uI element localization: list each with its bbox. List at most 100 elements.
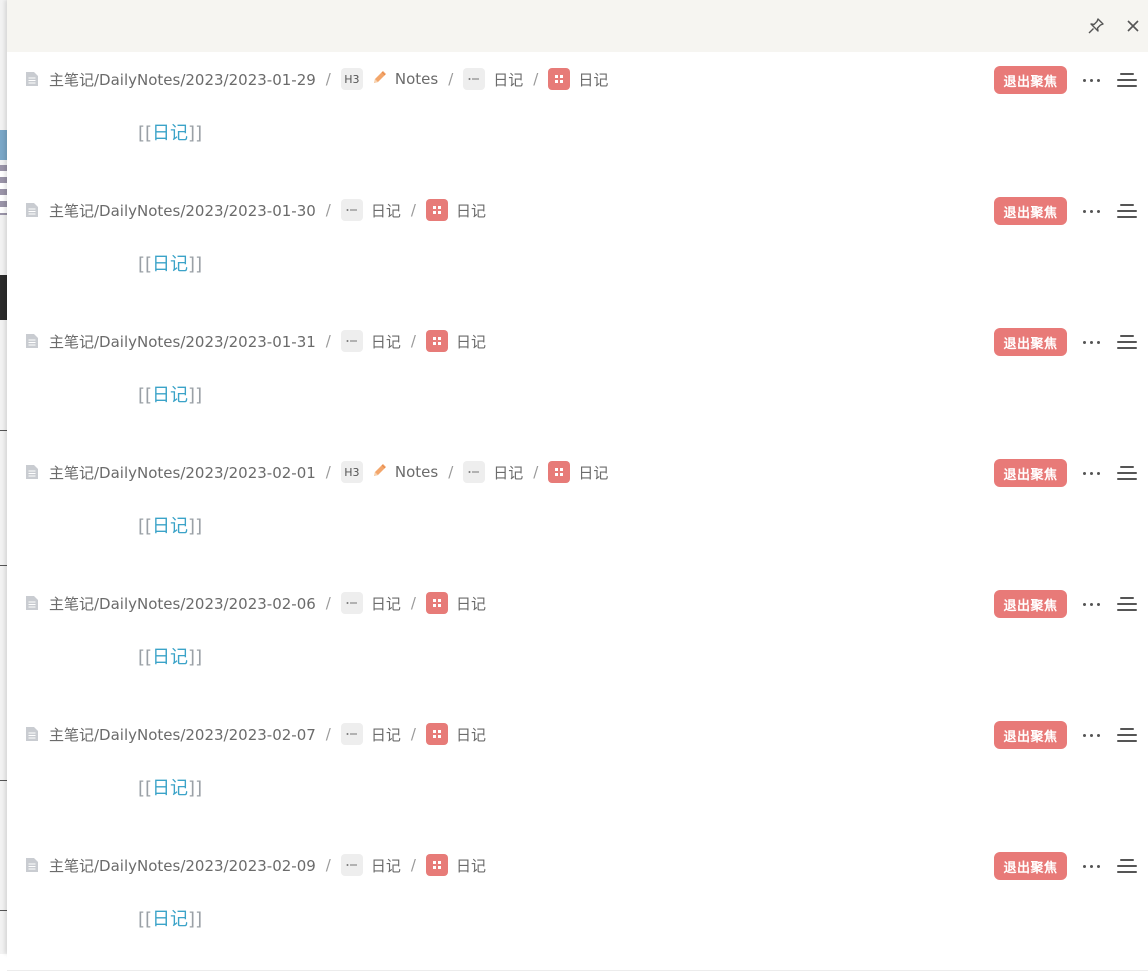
breadcrumb-separator: / xyxy=(448,70,454,88)
block-ref-link[interactable]: 日记 xyxy=(152,254,188,275)
breadcrumb-list[interactable]: 日记 xyxy=(340,330,401,352)
list-block-icon xyxy=(340,592,363,614)
breadcrumb-entry: 主笔记/DailyNotes/2023/2023-01-31 / 日记 / 日记 退出聚焦… xyxy=(7,315,1148,447)
breadcrumb-list-label: 日记 xyxy=(493,70,524,89)
more-options-icon[interactable] xyxy=(1079,724,1103,746)
database-block-icon xyxy=(548,68,571,90)
menu-icon[interactable] xyxy=(1117,857,1137,875)
breadcrumb-separator: / xyxy=(325,332,331,350)
block-content: [[日记]] xyxy=(138,643,202,669)
breadcrumb-list-label: 日记 xyxy=(493,463,524,482)
breadcrumb-doc[interactable]: 主笔记/DailyNotes/2023/2023-01-29 xyxy=(25,69,316,90)
breadcrumb-path: 主笔记/DailyNotes/2023/2023-01-31 xyxy=(49,332,316,351)
block-content: [[日记]] xyxy=(138,512,202,538)
background-fragment xyxy=(0,910,7,911)
breadcrumb-database[interactable]: 日记 xyxy=(425,199,486,221)
background-fragment xyxy=(0,780,7,781)
breadcrumb-database[interactable]: 日记 xyxy=(425,592,486,614)
list-block-icon xyxy=(340,854,363,876)
more-options-icon[interactable] xyxy=(1079,331,1103,353)
breadcrumb-database[interactable]: 日记 xyxy=(548,68,608,90)
breadcrumb-list[interactable]: 日记 xyxy=(463,461,523,483)
breadcrumb-entry: 主笔记/DailyNotes/2023/2023-02-09 / 日记 / 日记 退出聚焦… xyxy=(7,839,1148,971)
breadcrumb-heading[interactable]: H3 Notes xyxy=(340,461,438,483)
more-options-icon[interactable] xyxy=(1079,200,1103,222)
block-ref-link[interactable]: 日记 xyxy=(152,516,188,537)
breadcrumb-doc[interactable]: 主笔记/DailyNotes/2023/2023-01-30 xyxy=(25,200,316,221)
exit-focus-button[interactable]: 退出聚焦 xyxy=(994,721,1067,749)
menu-icon[interactable] xyxy=(1117,333,1137,351)
breadcrumb-list[interactable]: 日记 xyxy=(463,68,523,90)
menu-icon[interactable] xyxy=(1117,464,1137,482)
block-content: [[日记]] xyxy=(138,119,202,145)
block-ref-link[interactable]: 日记 xyxy=(152,123,188,144)
bracket-open: [[ xyxy=(138,909,153,930)
breadcrumb-list[interactable]: 日记 xyxy=(340,592,401,614)
breadcrumb-heading[interactable]: H3 Notes xyxy=(340,68,439,90)
breadcrumb: 主笔记/DailyNotes/2023/2023-02-01 / H3 Notes / 日… xyxy=(25,460,608,484)
breadcrumb-database-label: 日记 xyxy=(455,594,486,613)
breadcrumb-separator: / xyxy=(448,463,454,481)
breadcrumb-database[interactable]: 日记 xyxy=(425,330,486,352)
heading-h3-icon: H3 xyxy=(340,68,363,90)
breadcrumb-database[interactable]: 日记 xyxy=(425,854,486,876)
list-block-icon xyxy=(463,68,486,90)
breadcrumb-path: 主笔记/DailyNotes/2023/2023-02-09 xyxy=(49,856,316,875)
breadcrumb-list[interactable]: 日记 xyxy=(340,723,401,745)
block-ref-link[interactable]: 日记 xyxy=(152,385,188,406)
block-ref-link[interactable]: 日记 xyxy=(152,647,188,668)
breadcrumb-separator: / xyxy=(533,70,539,88)
exit-focus-button[interactable]: 退出聚焦 xyxy=(994,459,1067,487)
pencil-icon xyxy=(371,68,389,90)
more-options-icon[interactable] xyxy=(1079,462,1103,484)
block-content: [[日记]] xyxy=(138,250,202,276)
document-icon xyxy=(25,333,39,349)
breadcrumb-separator: / xyxy=(410,856,416,874)
breadcrumb-doc[interactable]: 主笔记/DailyNotes/2023/2023-02-06 xyxy=(25,593,316,614)
exit-focus-button[interactable]: 退出聚焦 xyxy=(994,590,1067,618)
pin-icon[interactable] xyxy=(1084,14,1108,38)
breadcrumb-separator: / xyxy=(410,332,416,350)
breadcrumb-list[interactable]: 日记 xyxy=(340,199,401,221)
breadcrumb: 主笔记/DailyNotes/2023/2023-01-30 / 日记 / 日记 xyxy=(25,198,486,222)
block-content: [[日记]] xyxy=(138,381,202,407)
breadcrumb-doc[interactable]: 主笔记/DailyNotes/2023/2023-02-07 xyxy=(25,724,316,745)
breadcrumb-database[interactable]: 日记 xyxy=(425,723,486,745)
block-ref-link[interactable]: 日记 xyxy=(152,778,188,799)
more-options-icon[interactable] xyxy=(1079,593,1103,615)
breadcrumb-doc[interactable]: 主笔记/DailyNotes/2023/2023-02-01 xyxy=(25,462,316,483)
more-options-icon[interactable] xyxy=(1079,69,1103,91)
list-block-icon xyxy=(463,461,486,483)
menu-icon[interactable] xyxy=(1117,595,1137,613)
pencil-icon xyxy=(371,461,389,483)
breadcrumb-separator: / xyxy=(410,725,416,743)
breadcrumb: 主笔记/DailyNotes/2023/2023-02-09 / 日记 / 日记 xyxy=(25,853,486,877)
breadcrumb-separator: / xyxy=(325,70,331,88)
breadcrumb-doc[interactable]: 主笔记/DailyNotes/2023/2023-01-31 xyxy=(25,331,316,352)
bracket-open: [[ xyxy=(138,385,153,406)
breadcrumb-list-label: 日记 xyxy=(370,332,401,351)
exit-focus-button[interactable]: 退出聚焦 xyxy=(994,328,1067,356)
database-block-icon xyxy=(548,461,571,483)
breadcrumb-list[interactable]: 日记 xyxy=(340,854,401,876)
menu-icon[interactable] xyxy=(1117,726,1137,744)
exit-focus-button[interactable]: 退出聚焦 xyxy=(994,197,1067,225)
breadcrumb-database-label: 日记 xyxy=(455,725,486,744)
database-block-icon xyxy=(425,723,448,745)
breadcrumb-path: 主笔记/DailyNotes/2023/2023-02-06 xyxy=(49,594,316,613)
more-options-icon[interactable] xyxy=(1079,855,1103,877)
menu-icon[interactable] xyxy=(1117,202,1137,220)
exit-focus-button[interactable]: 退出聚焦 xyxy=(994,852,1067,880)
breadcrumb-database-label: 日记 xyxy=(455,332,486,351)
breadcrumb-list-label: 日记 xyxy=(370,725,401,744)
breadcrumb: 主笔记/DailyNotes/2023/2023-02-07 / 日记 / 日记 xyxy=(25,722,486,746)
menu-icon[interactable] xyxy=(1117,71,1137,89)
breadcrumb-heading-label: Notes xyxy=(394,70,439,88)
exit-focus-button[interactable]: 退出聚焦 xyxy=(994,66,1067,94)
breadcrumb-entry: 主笔记/DailyNotes/2023/2023-01-30 / 日记 / 日记 退出聚焦… xyxy=(7,184,1148,316)
close-icon[interactable] xyxy=(1121,14,1145,38)
block-ref-link[interactable]: 日记 xyxy=(152,909,188,930)
list-block-icon xyxy=(340,199,363,221)
breadcrumb-doc[interactable]: 主笔记/DailyNotes/2023/2023-02-09 xyxy=(25,855,316,876)
breadcrumb-database[interactable]: 日记 xyxy=(548,461,608,483)
